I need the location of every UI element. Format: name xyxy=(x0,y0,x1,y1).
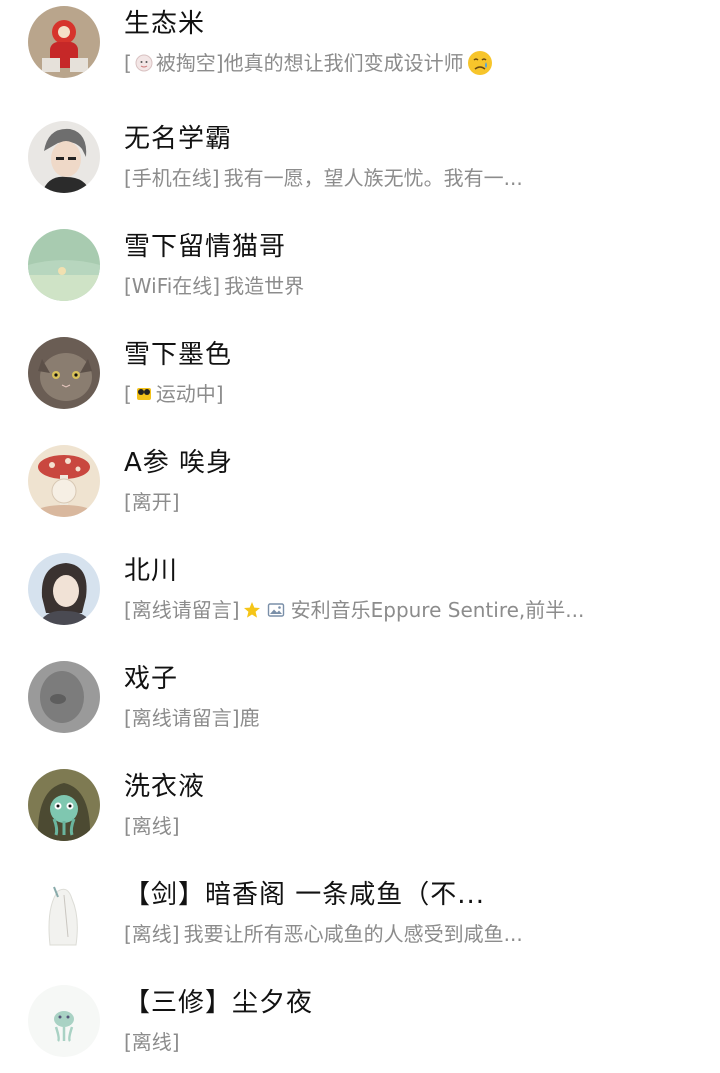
contact-status: [WiFi在线] 我造世界 xyxy=(124,273,680,299)
status-tag: [离线] xyxy=(124,814,180,838)
contact-name: 生态米 xyxy=(124,9,206,39)
contact-row[interactable]: 生态米 [ 被掏空] 他真的想让我们变成设计师 xyxy=(0,0,720,96)
contact-status: [离线] xyxy=(124,813,680,839)
star-icon xyxy=(243,601,261,619)
crying-emoji-icon xyxy=(467,50,493,76)
status-message: 我造世界 xyxy=(224,274,305,298)
contact-name: 无名学霸 xyxy=(124,124,233,154)
contact-row[interactable]: 【三修】尘夕夜 [离线] xyxy=(0,967,720,1073)
avatar xyxy=(28,553,100,625)
contact-row[interactable]: 洗衣液 [离线] xyxy=(0,751,720,859)
avatar xyxy=(28,6,100,78)
avatar xyxy=(28,229,100,301)
avatar xyxy=(28,337,100,409)
avatar xyxy=(28,661,100,733)
status-tag: [离线] xyxy=(124,922,180,946)
contact-status: [离线] 我要让所有恶心咸鱼的人感受到咸鱼... xyxy=(124,921,680,947)
contact-status: [ 运动中] xyxy=(124,381,680,407)
status-message: 我有一愿，望人族无忧。我有一... xyxy=(223,166,523,190)
running-shoe-icon xyxy=(135,385,153,403)
contact-status: [手机在线] 我有一愿，望人族无忧。我有一... xyxy=(124,165,680,191)
contact-name: 雪下墨色 xyxy=(124,340,233,370)
contact-name: A参 唉身 xyxy=(124,448,234,478)
contact-row[interactable]: 雪下墨色 [ 运动中] xyxy=(0,319,720,427)
status-tag: [ xyxy=(124,382,132,406)
contact-status: [ 被掏空] 他真的想让我们变成设计师 xyxy=(124,50,680,76)
avatar xyxy=(28,121,100,193)
contact-row[interactable]: 无名学霸 [手机在线] 我有一愿，望人族无忧。我有一... xyxy=(0,103,720,211)
avatar xyxy=(28,985,100,1057)
status-tag: [手机在线] xyxy=(124,166,220,190)
status-tag: [离线] xyxy=(124,1030,180,1054)
status-tag-after: 被掏空] xyxy=(155,51,224,75)
contact-row[interactable]: 北川 [离线请留言] 安利音乐Eppure Sentire,前半... xyxy=(0,535,720,643)
contact-name: 洗衣液 xyxy=(124,772,206,802)
contact-name: 【三修】尘夕夜 xyxy=(124,988,314,1018)
status-tag: [离开] xyxy=(124,490,180,514)
status-tag: [WiFi在线] xyxy=(124,274,221,298)
status-message: 安利音乐Eppure Sentire,前半... xyxy=(290,598,585,622)
status-tag: [离线请留言] xyxy=(124,706,240,730)
contact-row[interactable]: 【剑】暗香阁 一条咸鱼（不... [离线] 我要让所有恶心咸鱼的人感受到咸鱼..… xyxy=(0,859,720,967)
contact-name: 戏子 xyxy=(124,664,179,694)
contact-row[interactable]: A参 唉身 [离开] xyxy=(0,427,720,535)
contact-row[interactable]: 戏子 [离线请留言] 鹿 xyxy=(0,643,720,751)
avatar xyxy=(28,769,100,841)
contact-row[interactable]: 雪下留情猫哥 [WiFi在线] 我造世界 xyxy=(0,211,720,319)
emoji-face-icon xyxy=(135,54,153,72)
status-tag: [ xyxy=(124,51,132,75)
status-tag: [离线请留言] xyxy=(124,598,240,622)
status-tag-after: 运动中] xyxy=(155,382,224,406)
status-message: 鹿 xyxy=(239,706,260,730)
image-icon xyxy=(267,601,285,619)
status-message: 我要让所有恶心咸鱼的人感受到咸鱼... xyxy=(183,922,523,946)
contact-name: 【剑】暗香阁 一条咸鱼（不... xyxy=(124,880,486,910)
contact-status: [离线请留言] 鹿 xyxy=(124,705,680,731)
contact-name: 雪下留情猫哥 xyxy=(124,232,287,262)
avatar xyxy=(28,877,100,949)
status-message: 他真的想让我们变成设计师 xyxy=(223,51,464,75)
contact-name: 北川 xyxy=(124,556,179,586)
contact-status: [离线请留言] 安利音乐Eppure Sentire,前半... xyxy=(124,597,680,623)
contact-status: [离线] xyxy=(124,1029,680,1055)
avatar xyxy=(28,445,100,517)
contact-status: [离开] xyxy=(124,489,680,515)
contact-list: 生态米 [ 被掏空] 他真的想让我们变成设计师 无名学霸 [手机在线] 我有一愿… xyxy=(0,0,720,1073)
